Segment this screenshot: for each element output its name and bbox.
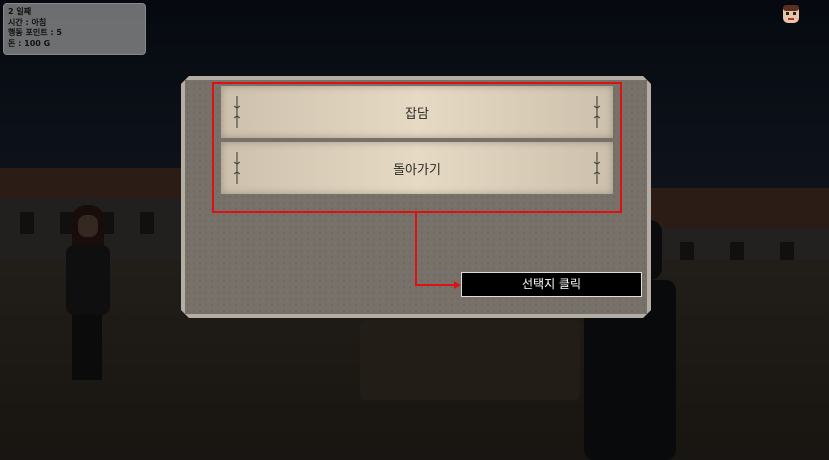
status-hud: 2 일째 시간 : 아침 행동 포인트 : 5 돈 : 100 G <box>3 3 146 55</box>
day-counter: 2 일째 <box>8 7 32 16</box>
character-face-icon[interactable] <box>780 4 802 24</box>
action-points: 행동 포인트 : 5 <box>8 28 62 37</box>
time-of-day: 시간 : 아침 <box>8 17 47 27</box>
tutorial-callout: 선택지 클릭 <box>461 272 642 297</box>
choices-highlight-box <box>212 82 622 213</box>
money: 돈 : 100 G <box>8 38 51 48</box>
